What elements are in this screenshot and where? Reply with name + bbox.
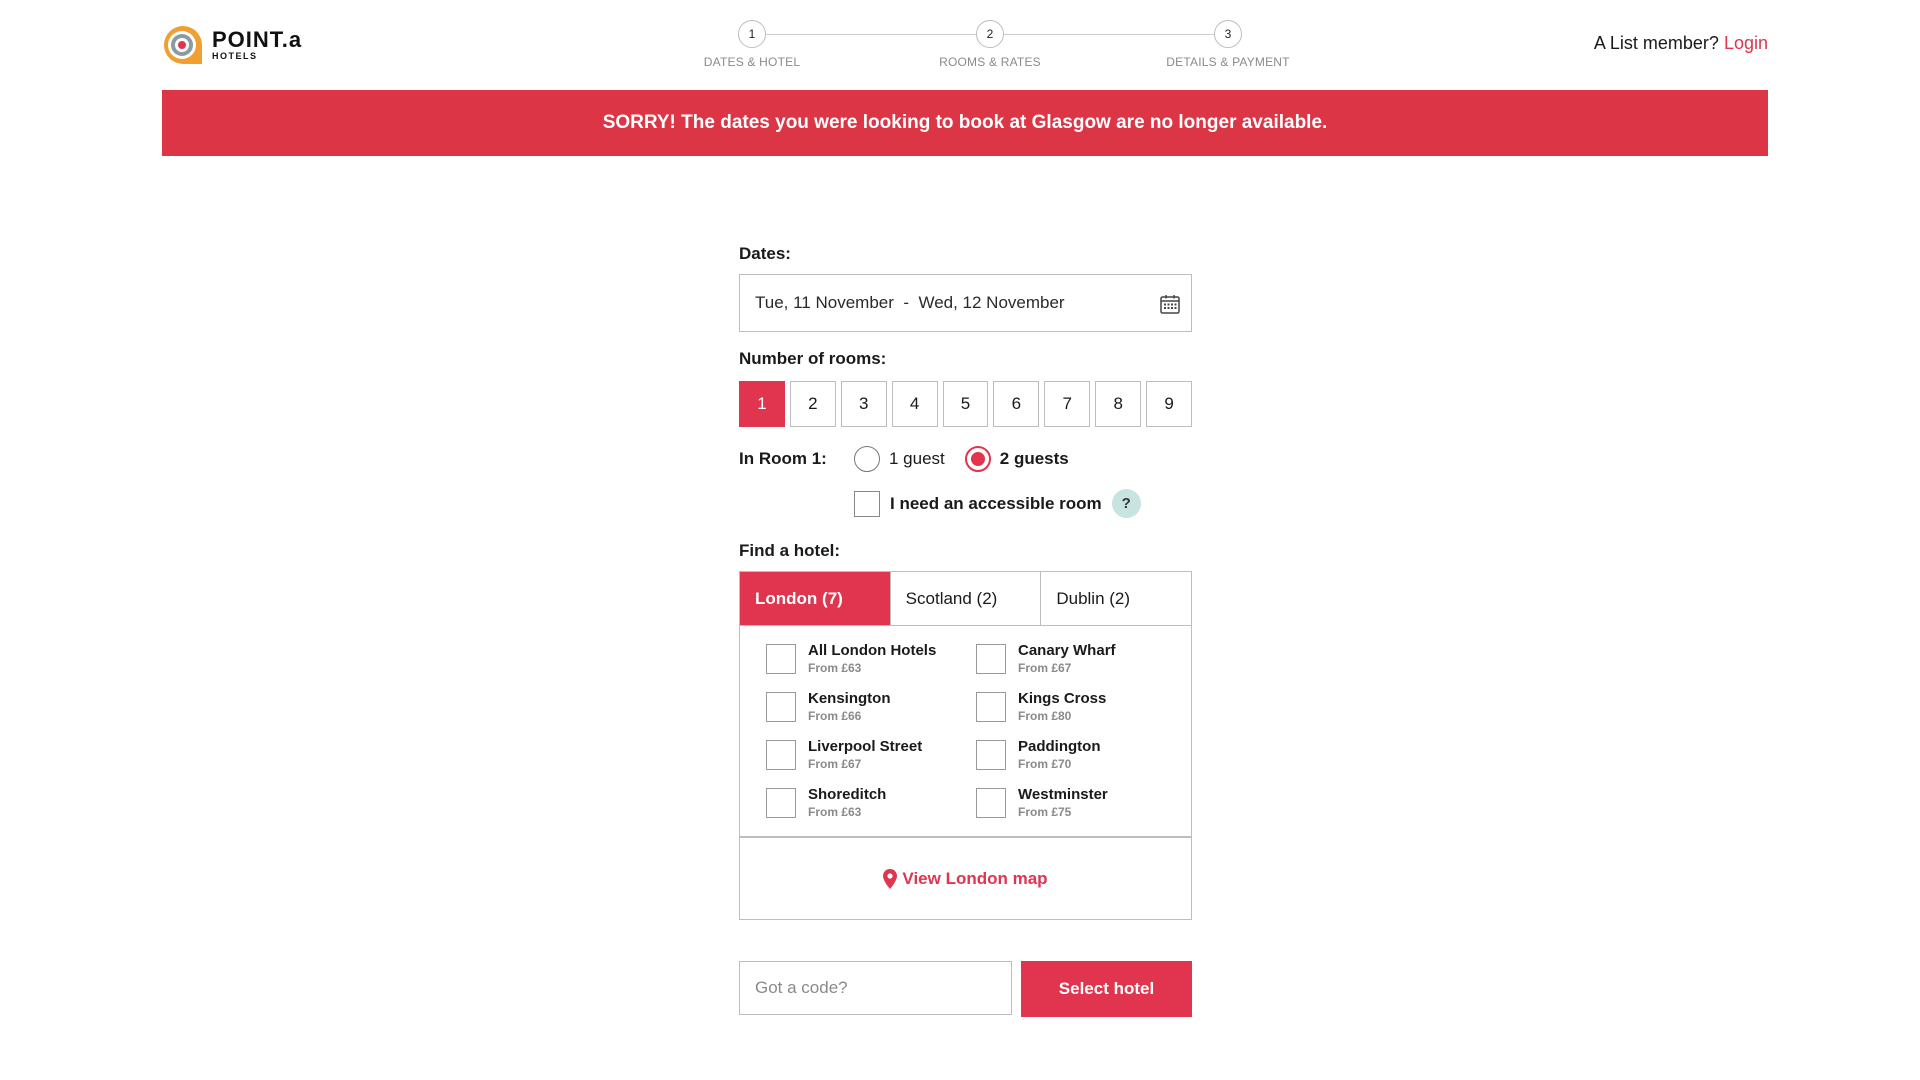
hotel-name: Westminster: [1018, 786, 1108, 803]
booking-steps: 1 DATES & HOTEL 2 ROOMS & RATES 3 DETAIL…: [700, 20, 1290, 76]
hotel-price: From £70: [1018, 757, 1072, 771]
form-actions: Select hotel: [739, 961, 1192, 1017]
step-label: DETAILS & PAYMENT: [1166, 55, 1290, 69]
member-login: A List member? Login: [1594, 33, 1768, 54]
hotel-name: Liverpool Street: [808, 738, 923, 755]
room-count-3[interactable]: 3: [840, 381, 887, 427]
hotel-name: Canary Wharf: [1018, 642, 1116, 659]
room-count-5[interactable]: 5: [942, 381, 989, 427]
room-count-6[interactable]: 6: [993, 381, 1040, 427]
dates-field[interactable]: Tue, 11 November - Wed, 12 November: [739, 274, 1192, 332]
view-map-link[interactable]: View London map: [883, 868, 1048, 889]
hotel-checkbox[interactable]: [976, 788, 1006, 818]
hotel-checkbox[interactable]: [766, 692, 796, 722]
hotel-price: From £63: [808, 805, 862, 819]
room-count-8[interactable]: 8: [1095, 381, 1142, 427]
find-hotel-label: Find a hotel:: [739, 541, 841, 560]
room-count-2[interactable]: 2: [789, 381, 836, 427]
hotel-checkbox[interactable]: [976, 740, 1006, 770]
room-count-4[interactable]: 4: [891, 381, 938, 427]
guest-option-1[interactable]: 1 guest: [854, 446, 945, 472]
hotel-price: From £66: [808, 709, 862, 723]
hotel-checkbox[interactable]: [766, 740, 796, 770]
logo-target-icon: [164, 26, 202, 64]
accessible-room-checkbox[interactable]: [854, 490, 880, 517]
brand-logo[interactable]: POINT.a HOTELS: [162, 24, 302, 66]
hotel-list: All London Hotels From £63 Canary Wharf …: [739, 626, 1192, 837]
room-count-9[interactable]: 9: [1146, 381, 1193, 427]
dates-value: Tue, 11 November - Wed, 12 November: [755, 293, 1065, 312]
guest-option-label: 1 guest: [889, 449, 945, 468]
view-map-label: View London map: [902, 868, 1048, 888]
step-number: 3: [1214, 20, 1242, 48]
rooms-selector: 1 2 3 4 5 6 7 8 9: [739, 381, 1193, 427]
booking-form: Dates: Tue, 11 November - Wed, 12 Novemb…: [739, 244, 1193, 1017]
hotel-name: Kensington: [808, 690, 891, 707]
dates-label: Dates:: [739, 244, 791, 263]
hotel-price: From £67: [1018, 661, 1072, 675]
tab-scotland[interactable]: Scotland (2): [889, 572, 1041, 625]
hotel-option[interactable]: Kensington From £66: [766, 690, 976, 724]
member-text: A List member?: [1593, 33, 1719, 53]
hotel-option[interactable]: Westminster From £75: [976, 786, 1176, 820]
step-label: ROOMS & RATES: [939, 55, 1041, 69]
tab-london[interactable]: London (7): [740, 572, 890, 625]
select-hotel-button[interactable]: Select hotel: [1021, 961, 1192, 1017]
hotel-price: From £80: [1018, 709, 1072, 723]
radio-checked[interactable]: [964, 446, 991, 472]
hotel-name: All London Hotels: [808, 642, 937, 659]
hotel-price: From £75: [1018, 805, 1072, 819]
step-dates-hotel: 1 DATES & HOTEL: [677, 20, 827, 69]
hotel-option[interactable]: All London Hotels From £63: [766, 642, 976, 676]
radio-unchecked[interactable]: [854, 446, 880, 472]
unavailable-alert: SORRY! The dates you were looking to boo…: [162, 90, 1768, 156]
rooms-label: Number of rooms:: [739, 349, 887, 368]
hotel-option[interactable]: Liverpool Street From £67: [766, 738, 976, 772]
help-icon[interactable]: ?: [1111, 489, 1141, 518]
guest-option-label: 2 guests: [999, 449, 1069, 468]
map-pin-icon: [883, 868, 898, 889]
hotel-checkbox[interactable]: [766, 788, 796, 818]
brand-sub: HOTELS: [212, 51, 258, 61]
step-number: 1: [738, 20, 766, 48]
step-details-payment: 3 DETAILS & PAYMENT: [1153, 20, 1303, 69]
brand-name: POINT.a: [212, 27, 303, 52]
hotel-checkbox[interactable]: [976, 692, 1006, 722]
calendar-icon[interactable]: [1160, 294, 1180, 314]
hotel-option[interactable]: Shoreditch From £63: [766, 786, 976, 820]
room1-guests: In Room 1: 1 guest 2 guests: [739, 445, 1192, 473]
room-count-7[interactable]: 7: [1044, 381, 1091, 427]
login-link[interactable]: Login: [1724, 33, 1768, 53]
room-count-1[interactable]: 1: [739, 381, 785, 427]
hotel-checkbox[interactable]: [976, 644, 1006, 674]
tab-dublin[interactable]: Dublin (2): [1040, 572, 1191, 625]
map-box: View London map: [739, 837, 1192, 920]
hotel-name: Paddington: [1018, 738, 1101, 755]
step-label: DATES & HOTEL: [703, 55, 801, 69]
hotel-option[interactable]: Paddington From £70: [976, 738, 1176, 772]
accessible-room-label: I need an accessible room: [890, 493, 1102, 513]
hotel-price: From £67: [808, 757, 862, 771]
hotel-price: From £63: [808, 661, 862, 675]
step-number: 2: [976, 20, 1004, 48]
hotel-option[interactable]: Kings Cross From £80: [976, 690, 1176, 724]
region-tabs: London (7) Scotland (2) Dublin (2): [739, 571, 1192, 626]
hotel-name: Kings Cross: [1018, 690, 1107, 707]
hotel-checkbox[interactable]: [766, 644, 796, 674]
hotel-name: Shoreditch: [808, 786, 887, 803]
hotel-option[interactable]: Canary Wharf From £67: [976, 642, 1176, 676]
step-rooms-rates: 2 ROOMS & RATES: [915, 20, 1065, 69]
accessible-room-row: I need an accessible room ?: [854, 489, 1192, 518]
room1-label: In Room 1:: [739, 449, 827, 468]
promo-code-input[interactable]: [739, 961, 1012, 1015]
guest-option-2[interactable]: 2 guests: [964, 446, 1069, 472]
